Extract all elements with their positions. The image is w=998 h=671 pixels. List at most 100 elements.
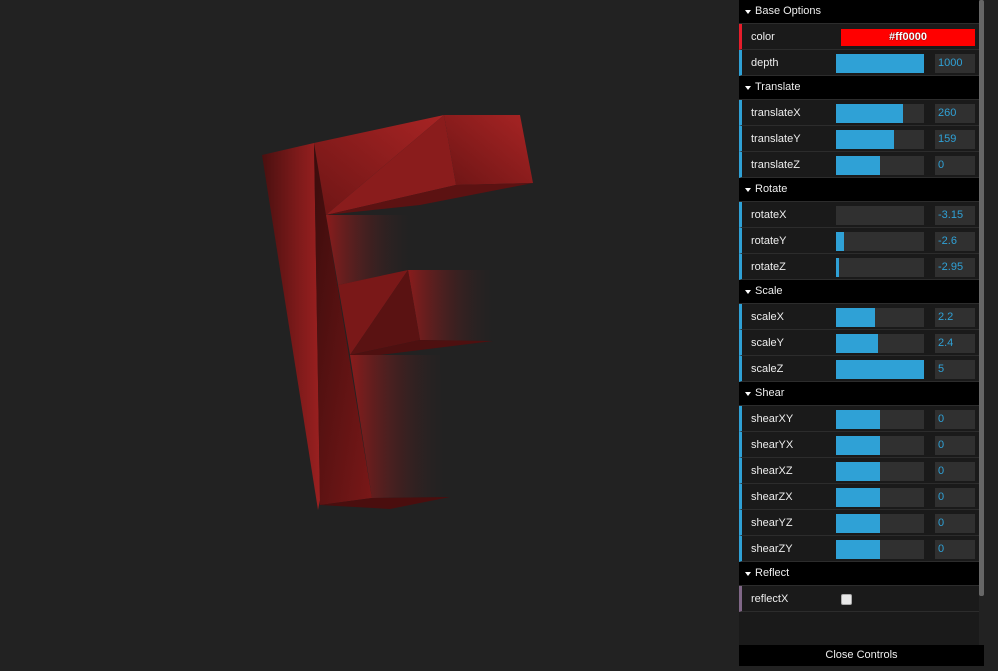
depth-slider[interactable] — [836, 54, 924, 73]
rotateZ-number-input[interactable]: -2.95 — [935, 258, 975, 277]
scaleZ-number-input[interactable]: 5 — [935, 360, 975, 379]
translateZ-slider[interactable] — [836, 156, 924, 175]
rotateX-slider[interactable] — [836, 206, 924, 225]
folder-title-label: Reflect — [755, 567, 790, 579]
slider-fill — [836, 156, 880, 175]
slider-fill — [836, 104, 903, 123]
rotateX-control: rotateX -3.15 — [739, 202, 979, 228]
shearYZ-slider[interactable] — [836, 514, 924, 533]
scaleZ-control: scaleZ 5 — [739, 356, 979, 382]
scaleY-control: scaleY 2.4 — [739, 330, 979, 356]
control-label: translateX — [751, 107, 801, 119]
scaleY-number-input[interactable]: 2.4 — [935, 334, 975, 353]
folder-rotate[interactable]: Rotate — [739, 178, 979, 202]
shearXY-number-input[interactable]: 0 — [935, 410, 975, 429]
folder-scale[interactable]: Scale — [739, 280, 979, 304]
color-control: color #ff0000 — [739, 24, 979, 50]
rotateX-number-input[interactable]: -3.15 — [935, 206, 975, 225]
control-label: shearZX — [751, 491, 793, 503]
rotateZ-control: rotateZ -2.95 — [739, 254, 979, 280]
slider-fill — [836, 308, 875, 327]
slider-fill — [836, 514, 880, 533]
caret-down-icon — [745, 290, 751, 294]
translateX-slider[interactable] — [836, 104, 924, 123]
reflectX-checkbox[interactable] — [841, 594, 852, 605]
control-label: rotateY — [751, 235, 787, 247]
folder-shear[interactable]: Shear — [739, 382, 979, 406]
control-label: shearZY — [751, 543, 793, 555]
shearZX-slider[interactable] — [836, 488, 924, 507]
shearZY-number-input[interactable]: 0 — [935, 540, 975, 559]
translateY-number-input[interactable]: 159 — [935, 130, 975, 149]
slider-fill — [836, 488, 880, 507]
shearZY-slider[interactable] — [836, 540, 924, 559]
shearZX-number-input[interactable]: 0 — [935, 488, 975, 507]
translateY-slider[interactable] — [836, 130, 924, 149]
shearXY-control: shearXY 0 — [739, 406, 979, 432]
caret-down-icon — [745, 10, 751, 14]
control-label: shearYZ — [751, 517, 793, 529]
render-canvas — [0, 0, 739, 666]
control-label: shearYX — [751, 439, 794, 451]
translateY-control: translateY 159 — [739, 126, 979, 152]
rotateY-slider[interactable] — [836, 232, 924, 251]
shearXZ-slider[interactable] — [836, 462, 924, 481]
caret-down-icon — [745, 86, 751, 90]
slider-fill — [836, 360, 924, 379]
controls-panel: Base Options color #ff0000 depth 1000 Tr… — [739, 0, 979, 666]
depth-number-input[interactable]: 1000 — [935, 54, 975, 73]
shearYX-number-input[interactable]: 0 — [935, 436, 975, 455]
caret-down-icon — [745, 572, 751, 576]
close-controls-button[interactable]: Close Controls — [739, 645, 984, 666]
control-label: translateY — [751, 133, 801, 145]
slider-fill — [836, 436, 880, 455]
translateX-number-input[interactable]: 260 — [935, 104, 975, 123]
color-swatch-input[interactable]: #ff0000 — [841, 29, 975, 46]
control-label: rotateX — [751, 209, 787, 221]
scaleX-slider[interactable] — [836, 308, 924, 327]
folder-reflect[interactable]: Reflect — [739, 562, 979, 586]
translateZ-number-input[interactable]: 0 — [935, 156, 975, 175]
shearYX-slider[interactable] — [836, 436, 924, 455]
scaleZ-slider[interactable] — [836, 360, 924, 379]
shearZX-control: shearZX 0 — [739, 484, 979, 510]
slider-fill — [836, 540, 880, 559]
slider-fill — [836, 258, 839, 277]
scaleX-number-input[interactable]: 2.2 — [935, 308, 975, 327]
shearXY-slider[interactable] — [836, 410, 924, 429]
slider-fill — [836, 410, 880, 429]
shearYZ-control: shearYZ 0 — [739, 510, 979, 536]
slider-fill — [836, 334, 879, 353]
shearXZ-number-input[interactable]: 0 — [935, 462, 975, 481]
mid-arm-face-b — [408, 270, 493, 341]
rotateY-control: rotateY -2.6 — [739, 228, 979, 254]
translateX-control: translateX 260 — [739, 100, 979, 126]
scaleX-control: scaleX 2.2 — [739, 304, 979, 330]
scaleY-slider[interactable] — [836, 334, 924, 353]
slider-fill — [836, 232, 844, 251]
control-label: scaleZ — [751, 363, 784, 375]
control-label: translateZ — [751, 159, 800, 171]
control-label: rotateZ — [751, 261, 786, 273]
control-label: depth — [751, 57, 779, 69]
rotateZ-slider[interactable] — [836, 258, 924, 277]
translateZ-control: translateZ 0 — [739, 152, 979, 178]
control-label: shearXY — [751, 413, 794, 425]
shearYZ-number-input[interactable]: 0 — [935, 514, 975, 533]
control-label: scaleY — [751, 337, 785, 349]
folder-title-label: Shear — [755, 387, 785, 399]
folder-base-options[interactable]: Base Options — [739, 0, 979, 24]
top-arm-face-c — [444, 115, 533, 185]
folder-title-label: Rotate — [755, 183, 788, 195]
letter-f-3d — [262, 115, 533, 510]
slider-fill — [836, 462, 880, 481]
folder-translate[interactable]: Translate — [739, 76, 979, 100]
shearYX-control: shearYX 0 — [739, 432, 979, 458]
control-label: shearXZ — [751, 465, 793, 477]
slider-fill — [836, 130, 895, 149]
reflectX-control: reflectX — [739, 586, 979, 612]
panel-scrollbar[interactable] — [979, 0, 984, 596]
rotateY-number-input[interactable]: -2.6 — [935, 232, 975, 251]
caret-down-icon — [745, 392, 751, 396]
control-label: reflectX — [751, 593, 789, 605]
